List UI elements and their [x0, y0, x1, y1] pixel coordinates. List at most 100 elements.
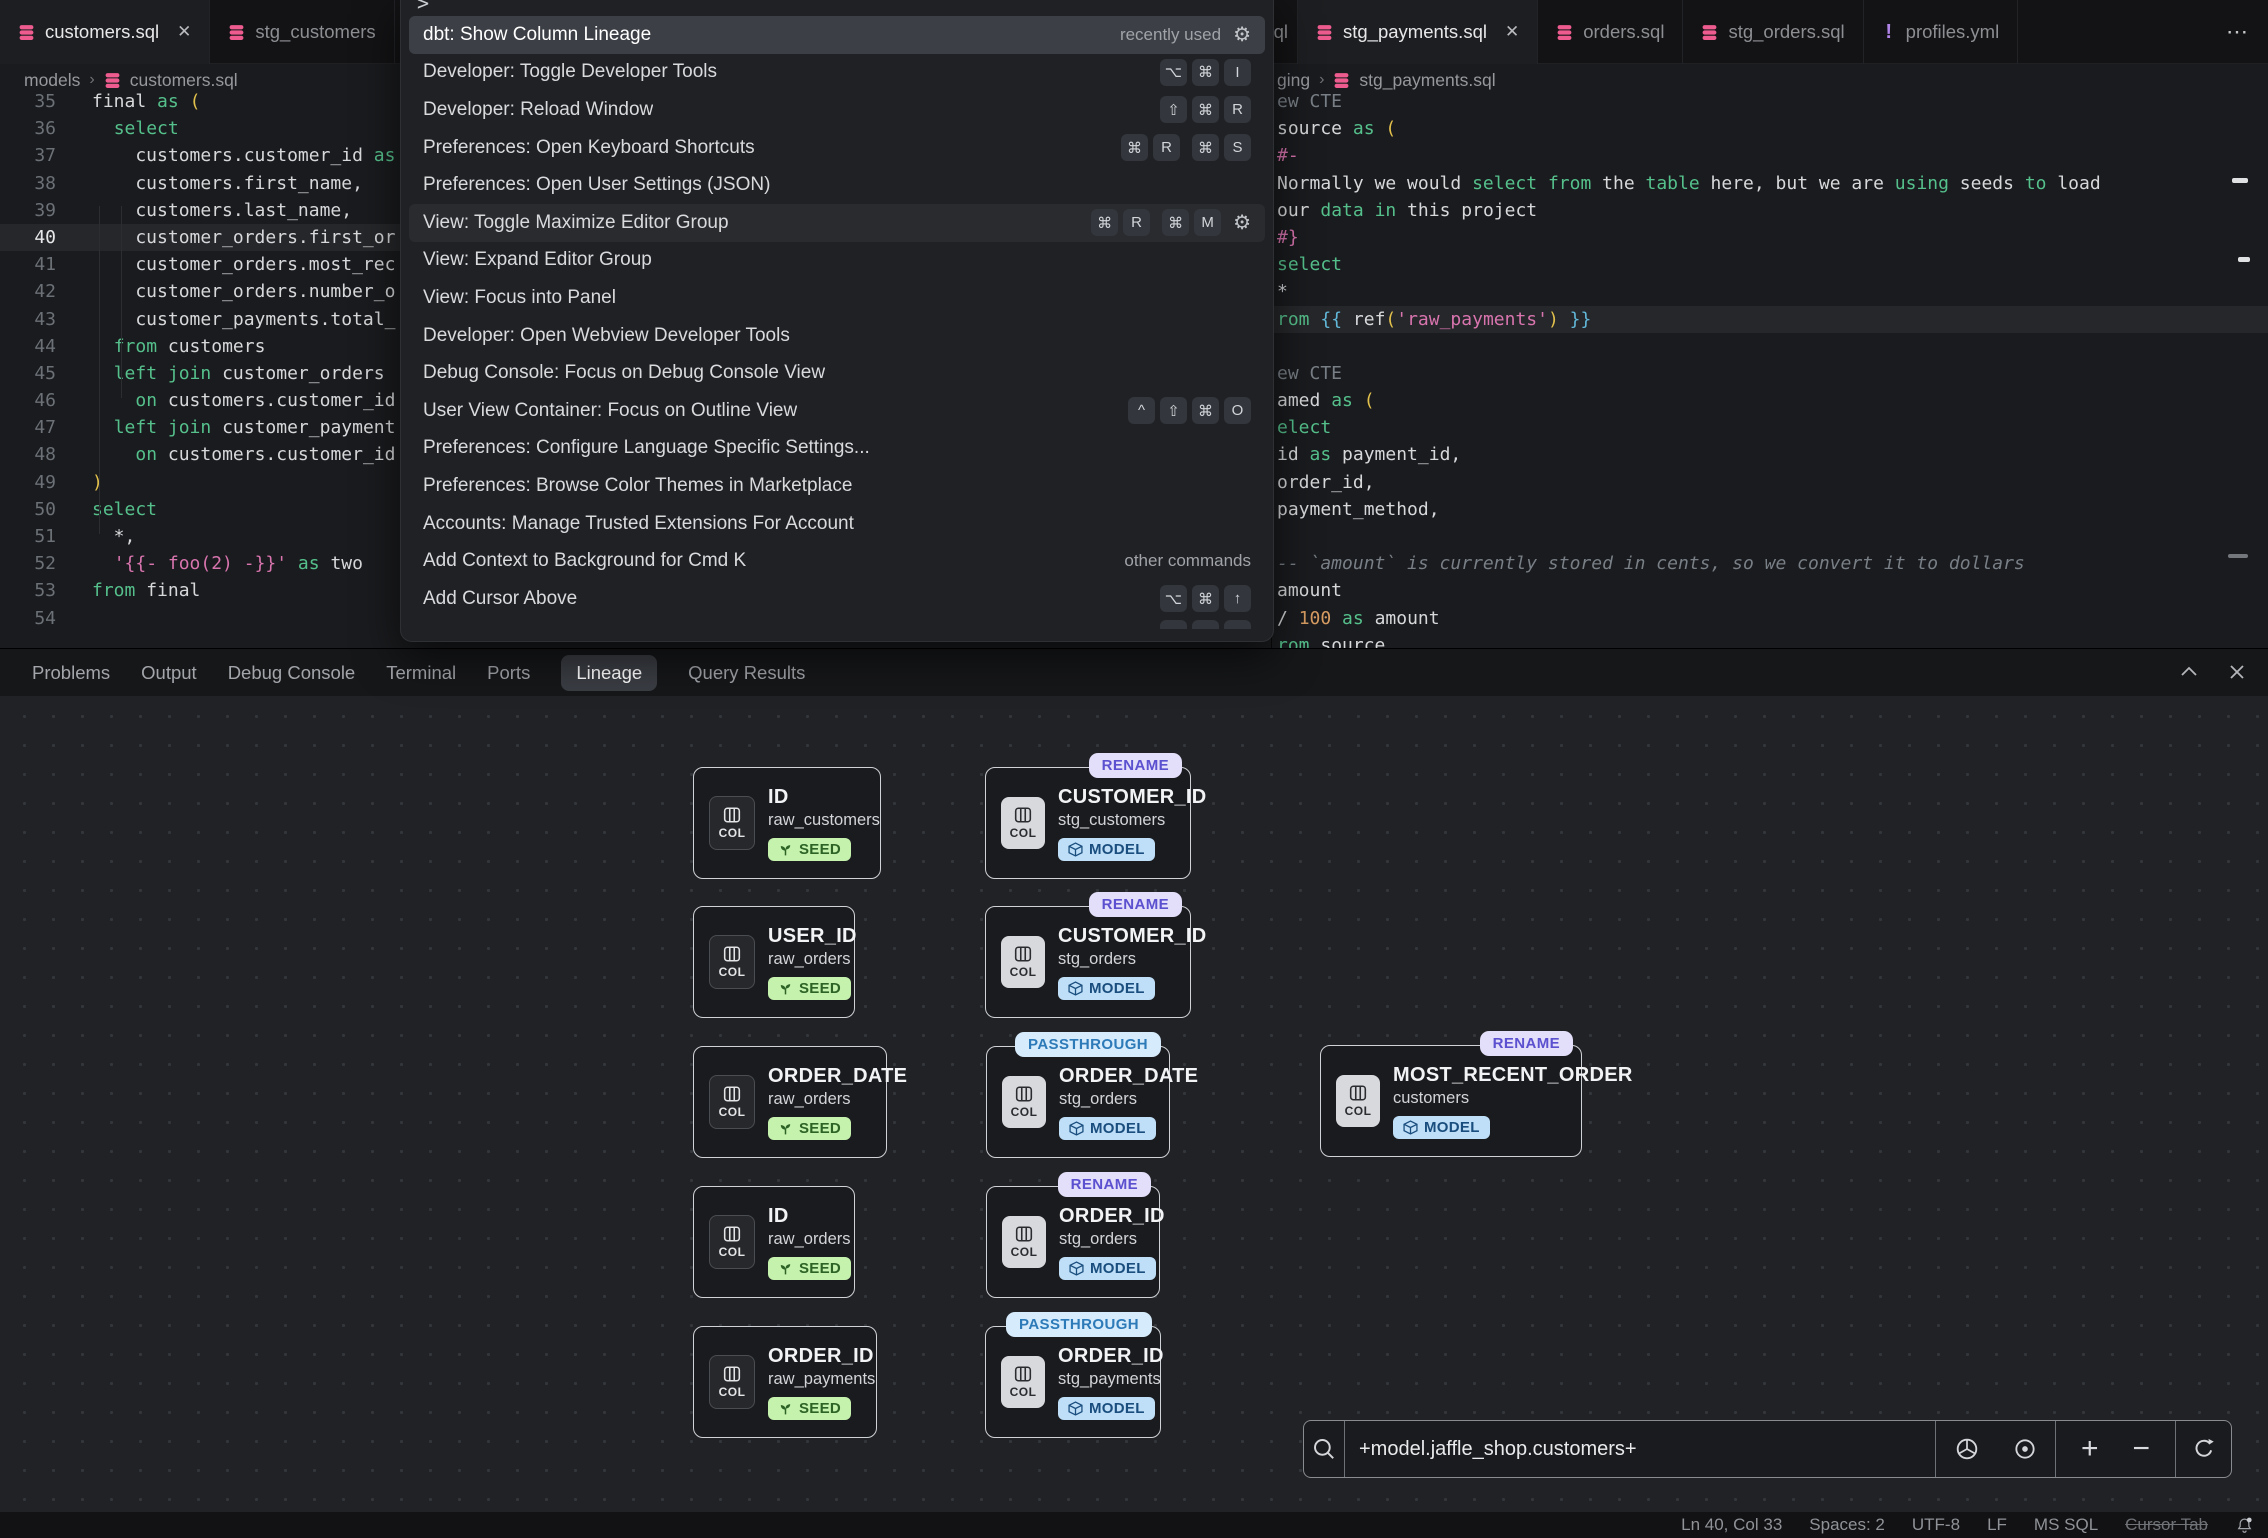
node-body: ORDER_DATEraw_ordersSEED [768, 1064, 907, 1141]
palette-item[interactable]: Add Cursor Above⌥⌘↑ [409, 580, 1265, 618]
code-line: source as ( [1272, 115, 2268, 142]
indentation[interactable]: Spaces: 2 [1809, 1515, 1885, 1535]
zoom-out-button[interactable]: − [2133, 1434, 2151, 1464]
node-title: ID [768, 785, 880, 809]
palette-item[interactable]: Add Context to Background for Cmd Kother… [409, 542, 1265, 580]
palette-item[interactable]: Developer: Toggle Developer Tools⌥⌘I [409, 54, 1265, 92]
node-title: ORDER_DATE [768, 1064, 907, 1088]
code-text: on customers.customer_id [92, 387, 395, 414]
palette-item[interactable]: Preferences: Open Keyboard Shortcuts⌘R⌘S [409, 129, 1265, 167]
palette-item[interactable]: View: Expand Editor Group [409, 242, 1265, 280]
panel-tab-problems[interactable]: Problems [32, 662, 110, 684]
palette-item[interactable]: dbt: Show Column Lineagerecently used⚙ [409, 16, 1265, 54]
lineage-node-tgt-3[interactable]: RENAMECOLORDER_IDstg_ordersMODEL [986, 1186, 1160, 1298]
lineage-node-final[interactable]: RENAMECOLMOST_RECENT_ORDERcustomersMODEL [1320, 1045, 1582, 1157]
close-icon[interactable]: ✕ [177, 22, 191, 42]
refresh-button[interactable] [2175, 1421, 2231, 1477]
tab-overflow-button[interactable]: ⋯ [2226, 0, 2250, 64]
panel-tab-terminal[interactable]: Terminal [386, 662, 456, 684]
key-group: ⌘M [1162, 209, 1221, 236]
tab-stg_payments-sql[interactable]: stg_payments.sql✕ [1298, 0, 1538, 64]
palette-item[interactable]: Preferences: Configure Language Specific… [409, 430, 1265, 468]
gear-icon[interactable]: ⚙ [1233, 22, 1251, 47]
token: ) [92, 472, 103, 493]
seed-icon [778, 1261, 793, 1276]
chevron-up-icon[interactable] [2178, 661, 2200, 683]
edge-type-badge: PASSTHROUGH [1006, 1312, 1152, 1337]
token: payment_method, [1277, 499, 1440, 520]
token [179, 91, 190, 112]
lineage-node-src-4[interactable]: COLORDER_IDraw_paymentsSEED [693, 1326, 877, 1438]
code-line: ew CTE [1272, 88, 2268, 115]
panel-tab-output[interactable]: Output [141, 662, 197, 684]
panel-tab-debug-console[interactable]: Debug Console [228, 662, 356, 684]
token: * [1277, 281, 1288, 302]
zoom-in-button[interactable]: + [2081, 1434, 2099, 1464]
node-body: IDraw_customersSEED [768, 785, 880, 862]
code-text: final as ( [92, 88, 200, 115]
lineage-node-src-2[interactable]: COLORDER_DATEraw_ordersSEED [693, 1046, 887, 1158]
code-area[interactable]: ew CTEsource as (#-Normally we would sel… [1272, 88, 2268, 648]
panel-tab-query-results[interactable]: Query Results [688, 662, 805, 684]
lineage-node-tgt-1[interactable]: RENAMECOLCUSTOMER_IDstg_ordersMODEL [985, 906, 1191, 1018]
palette-input[interactable]: > [401, 0, 1273, 12]
editor-right[interactable]: ging › stg_payments.sql ew CTEsource as … [1271, 64, 2268, 648]
edge-type-badge: RENAME [1480, 1031, 1573, 1056]
lineage-search-input[interactable] [1345, 1438, 1935, 1461]
cursor-tab-toggle[interactable]: Cursor Tab [2125, 1515, 2208, 1535]
resource-type-badge: SEED [768, 1397, 851, 1420]
code-line: id as payment_id, [1272, 441, 2268, 468]
palette-item[interactable]: Accounts: Manage Trusted Extensions For … [409, 505, 1265, 543]
palette-item[interactable]: Preferences: Open User Settings (JSON) [409, 166, 1265, 204]
code-text: Normally we would select from the table … [1277, 170, 2101, 197]
panel-tab-ports[interactable]: Ports [487, 662, 530, 684]
cursor-position[interactable]: Ln 40, Col 33 [1681, 1515, 1782, 1535]
token: source [1310, 635, 1386, 648]
palette-item[interactable]: Preferences: Browse Color Themes in Mark… [409, 467, 1265, 505]
lineage-node-src-3[interactable]: COLIDraw_ordersSEED [693, 1186, 855, 1298]
code-line: payment_method, [1272, 496, 2268, 523]
tab-s-sql[interactable]: s.sql [1270, 0, 1298, 64]
palette-item[interactable]: View: Toggle Maximize Editor Group⌘R⌘M⚙ [409, 204, 1265, 242]
language-mode[interactable]: MS SQL [2034, 1515, 2098, 1535]
lineage-node-tgt-2[interactable]: PASSTHROUGHCOLORDER_DATEstg_ordersMODEL [986, 1046, 1170, 1158]
lineage-node-src-1[interactable]: COLUSER_IDraw_ordersSEED [693, 906, 855, 1018]
palette-item[interactable]: Debug Console: Focus on Debug Console Vi… [409, 354, 1265, 392]
palette-item-label: Accounts: Manage Trusted Extensions For … [423, 513, 854, 535]
close-panel-icon[interactable] [2226, 661, 2248, 683]
token: ew CTE [1277, 363, 1342, 384]
lineage-search-cell [1344, 1421, 1935, 1477]
line-number: 35 [0, 88, 56, 115]
palette-item[interactable]: User View Container: Focus on Outline Vi… [409, 392, 1265, 430]
tab-orders-sql[interactable]: orders.sql [1538, 0, 1683, 64]
lineage-node-tgt-0[interactable]: RENAMECOLCUSTOMER_IDstg_customersMODEL [985, 767, 1191, 879]
column-icon: COL [1002, 1076, 1046, 1128]
lineage-node-tgt-4[interactable]: PASSTHROUGHCOLORDER_IDstg_paymentsMODEL [985, 1326, 1161, 1438]
token [1364, 200, 1375, 221]
token: {{ [1320, 309, 1342, 330]
bell-icon[interactable] [2235, 1516, 2254, 1535]
token: on [135, 390, 157, 411]
aperture-icon[interactable] [1954, 1436, 1980, 1462]
encoding[interactable]: UTF-8 [1912, 1515, 1960, 1535]
line-number: 43 [0, 306, 56, 333]
token: source [1277, 118, 1353, 139]
lineage-node-src-0[interactable]: COLIDraw_customersSEED [693, 767, 881, 879]
eye-target-icon[interactable] [2012, 1436, 2038, 1462]
tab-customers-sql[interactable]: customers.sql✕ [0, 0, 210, 64]
token: amount [1277, 580, 1342, 601]
panel-tab-lineage[interactable]: Lineage [561, 655, 657, 691]
palette-item[interactable]: Developer: Open Webview Developer Tools [409, 317, 1265, 355]
key-group: ⌥⌘↑ [1160, 585, 1251, 612]
gear-icon[interactable]: ⚙ [1233, 210, 1251, 235]
tab-stg_orders-sql[interactable]: stg_orders.sql [1683, 0, 1863, 64]
tab-stg_customers[interactable]: stg_customers [210, 0, 394, 64]
token [287, 553, 298, 574]
palette-item[interactable]: View: Focus into Panel [409, 279, 1265, 317]
palette-item[interactable]: Developer: Reload Window⇧⌘R [409, 91, 1265, 129]
close-icon[interactable]: ✕ [1505, 22, 1519, 42]
tab-profiles-yml[interactable]: !profiles.yml [1864, 0, 2019, 64]
code-text: order_id, [1277, 469, 1375, 496]
eol[interactable]: LF [1987, 1515, 2007, 1535]
lineage-canvas[interactable]: COLIDraw_customersSEEDRENAMECOLCUSTOMER_… [0, 696, 2268, 1512]
